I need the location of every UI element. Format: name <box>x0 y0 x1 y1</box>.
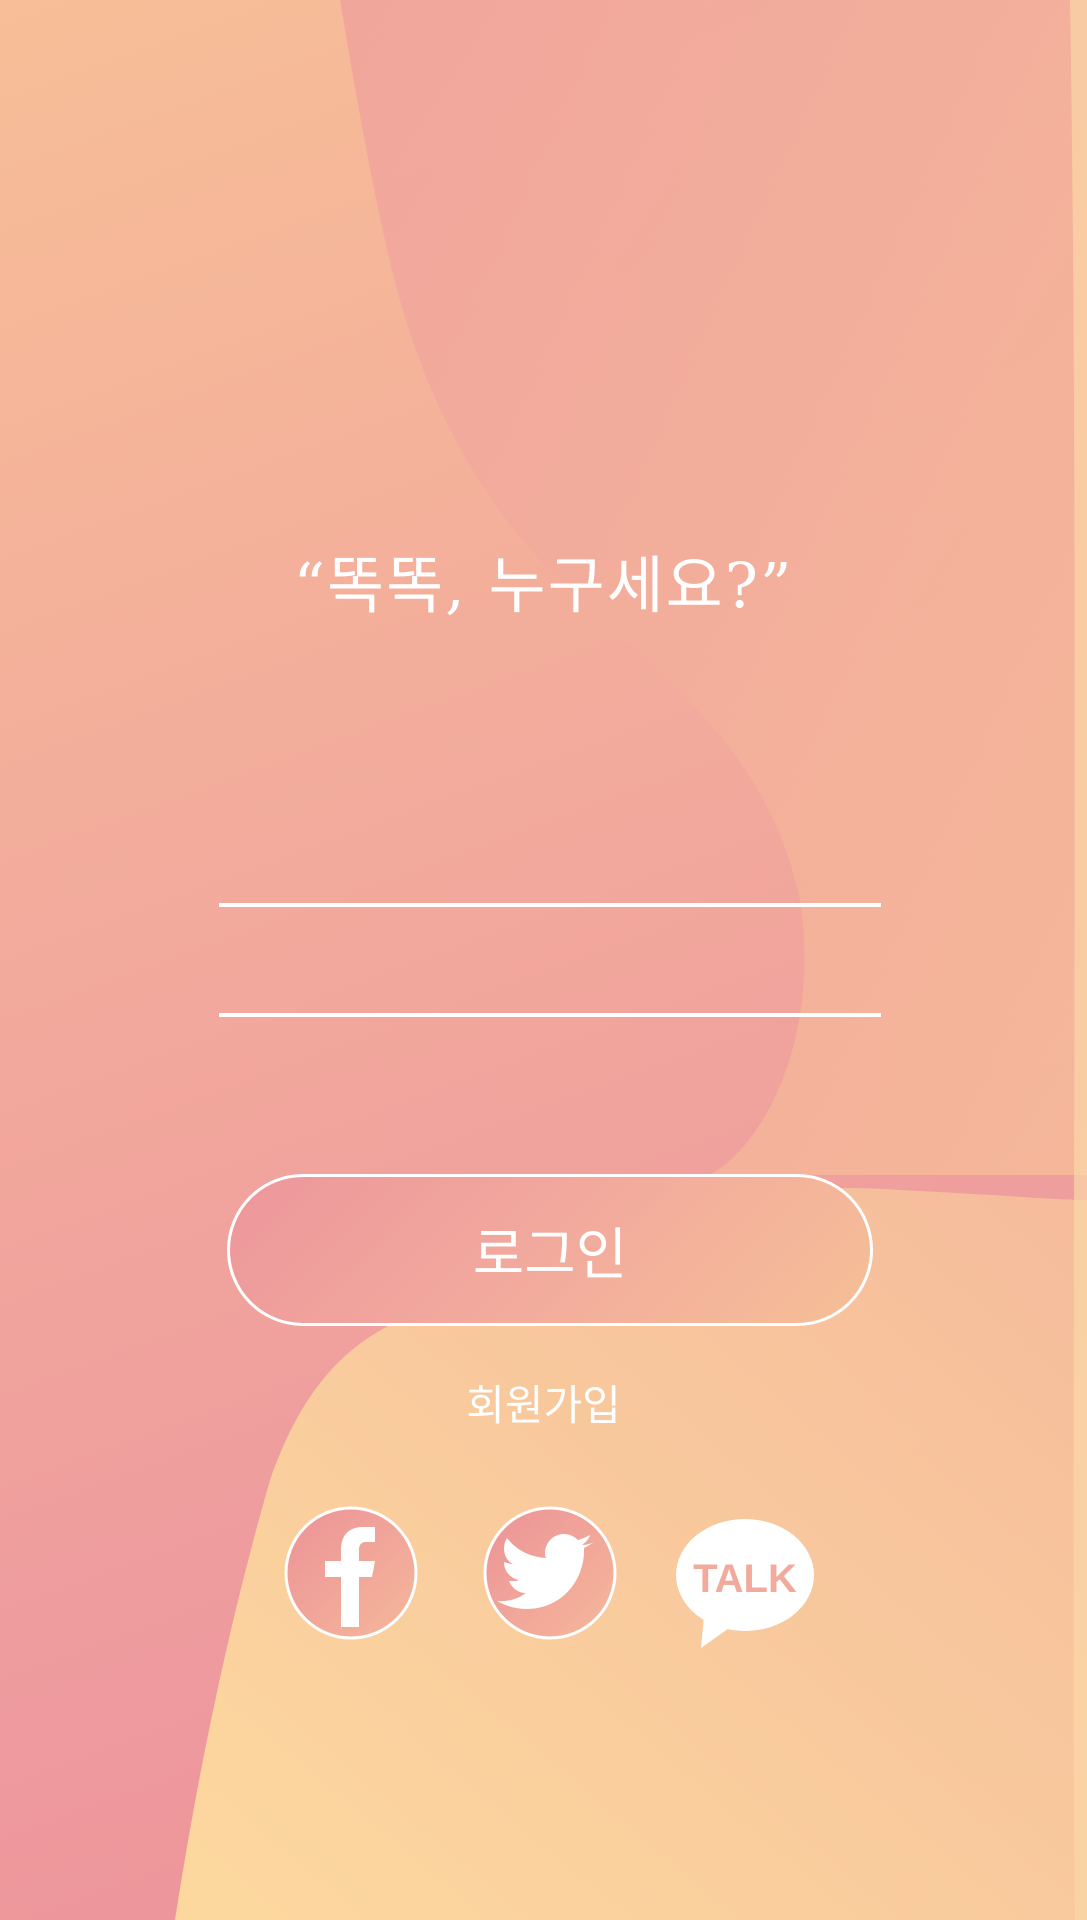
facebook-login-button[interactable] <box>283 1505 419 1641</box>
id-input[interactable] <box>219 837 881 907</box>
password-input[interactable] <box>219 947 881 1017</box>
kakaotalk-icon: TALK <box>676 1519 814 1648</box>
kakaotalk-login-button[interactable]: TALK <box>674 1518 816 1660</box>
twitter-icon <box>483 1506 617 1640</box>
login-button[interactable]: 로그인 <box>227 1174 873 1326</box>
kakaotalk-label: TALK <box>693 1557 797 1601</box>
twitter-login-button[interactable] <box>482 1505 618 1641</box>
signup-link[interactable]: 회원가입 <box>0 1372 1087 1433</box>
facebook-icon <box>284 1506 418 1640</box>
page-title: “똑똑, 누구세요?” <box>293 549 794 622</box>
login-button-label: 로그인 <box>472 1222 628 1288</box>
